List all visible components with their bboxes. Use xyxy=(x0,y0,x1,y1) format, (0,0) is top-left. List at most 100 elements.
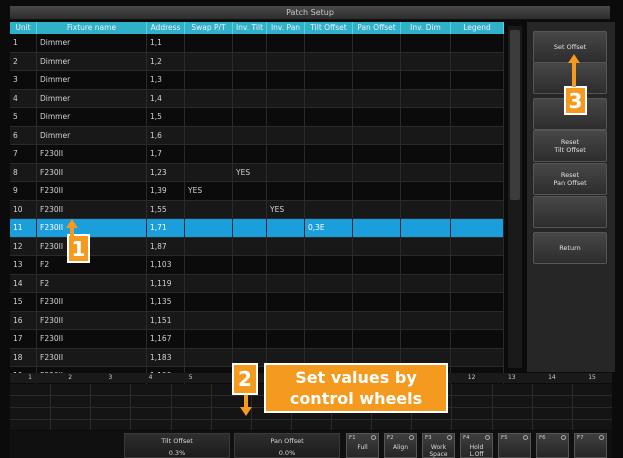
table-cell[interactable] xyxy=(267,108,305,126)
table-cell[interactable] xyxy=(451,89,504,107)
function-key-f4[interactable]: F4 Hold L.Off xyxy=(460,433,493,458)
table-cell[interactable] xyxy=(185,126,233,144)
table-cell[interactable]: 1,167 xyxy=(147,330,185,348)
table-cell[interactable] xyxy=(451,219,504,237)
table-row[interactable]: 8 F230II 1,23 YES xyxy=(10,163,504,182)
table-cell[interactable] xyxy=(401,126,451,144)
table-cell[interactable]: YES xyxy=(233,163,267,181)
table-cell[interactable] xyxy=(401,182,451,200)
table-cell[interactable] xyxy=(305,237,353,255)
blank-button-6[interactable] xyxy=(533,196,607,228)
table-cell[interactable] xyxy=(267,293,305,311)
table-cell[interactable]: 15 xyxy=(10,293,37,311)
table-cell[interactable] xyxy=(305,182,353,200)
table-cell[interactable] xyxy=(233,311,267,329)
table-cell[interactable] xyxy=(451,52,504,70)
table-cell[interactable] xyxy=(185,34,233,52)
table-cell[interactable] xyxy=(401,293,451,311)
table-cell[interactable] xyxy=(353,145,401,163)
table-cell[interactable]: 1,3 xyxy=(147,71,185,89)
table-row[interactable]: 9 F230II 1,39 YES xyxy=(10,182,504,201)
table-cell[interactable]: 5 xyxy=(10,108,37,126)
table-cell[interactable] xyxy=(233,182,267,200)
table-cell[interactable] xyxy=(267,256,305,274)
table-cell[interactable]: F230II xyxy=(37,237,147,255)
table-cell[interactable] xyxy=(267,311,305,329)
table-cell[interactable] xyxy=(353,256,401,274)
table-cell[interactable] xyxy=(401,89,451,107)
table-cell[interactable] xyxy=(233,293,267,311)
table-cell[interactable] xyxy=(353,237,401,255)
table-cell[interactable]: F230II xyxy=(37,200,147,218)
reset-tilt-offset-button[interactable]: Reset Tilt Offset xyxy=(533,130,607,162)
table-cell[interactable]: Dimmer xyxy=(37,34,147,52)
function-key-f1[interactable]: F1 Full xyxy=(346,433,379,458)
table-row[interactable]: 2 Dimmer 1,2 xyxy=(10,52,504,71)
table-cell[interactable]: 1,183 xyxy=(147,348,185,366)
table-cell[interactable] xyxy=(233,330,267,348)
table-cell[interactable] xyxy=(305,89,353,107)
table-cell[interactable] xyxy=(451,182,504,200)
table-cell[interactable] xyxy=(185,274,233,292)
column-header[interactable]: Fixture name xyxy=(37,22,147,34)
table-cell[interactable]: 1,4 xyxy=(147,89,185,107)
table-cell[interactable]: 8 xyxy=(10,163,37,181)
pan-offset-wheel[interactable]: Pan Offset 0.0% xyxy=(234,433,340,458)
table-cell[interactable] xyxy=(185,145,233,163)
table-cell[interactable]: 18 xyxy=(10,348,37,366)
table-cell[interactable] xyxy=(451,274,504,292)
table-cell[interactable] xyxy=(185,311,233,329)
table-cell[interactable]: 1,151 xyxy=(147,311,185,329)
column-header[interactable]: Inv. Tilt xyxy=(233,22,267,34)
table-cell[interactable]: 0,3E xyxy=(305,219,353,237)
table-cell[interactable]: 1,39 xyxy=(147,182,185,200)
table-cell[interactable] xyxy=(353,293,401,311)
table-cell[interactable] xyxy=(353,182,401,200)
table-cell[interactable] xyxy=(185,293,233,311)
table-row[interactable]: 5 Dimmer 1,5 xyxy=(10,108,504,127)
table-cell[interactable] xyxy=(267,89,305,107)
table-cell[interactable] xyxy=(353,330,401,348)
table-cell[interactable] xyxy=(267,274,305,292)
table-cell[interactable]: 1,1 xyxy=(147,34,185,52)
table-cell[interactable]: 1,119 xyxy=(147,274,185,292)
table-cell[interactable]: 1,6 xyxy=(147,126,185,144)
table-cell[interactable] xyxy=(353,71,401,89)
column-header[interactable]: Legend xyxy=(451,22,504,34)
tilt-offset-wheel[interactable]: Tilt Offset 0.3% xyxy=(124,433,230,458)
table-cell[interactable] xyxy=(267,145,305,163)
table-cell[interactable]: 10 xyxy=(10,200,37,218)
table-cell[interactable]: F230II xyxy=(37,145,147,163)
table-cell[interactable] xyxy=(185,163,233,181)
table-cell[interactable]: 11 xyxy=(10,219,37,237)
table-cell[interactable] xyxy=(267,34,305,52)
table-cell[interactable] xyxy=(185,348,233,366)
table-cell[interactable] xyxy=(185,89,233,107)
table-cell[interactable] xyxy=(451,348,504,366)
table-row[interactable]: 15 F230II 1,135 xyxy=(10,293,504,312)
table-cell[interactable] xyxy=(451,163,504,181)
table-cell[interactable] xyxy=(305,330,353,348)
table-cell[interactable]: Dimmer xyxy=(37,52,147,70)
table-cell[interactable]: 1 xyxy=(10,34,37,52)
return-button[interactable]: Return xyxy=(533,232,607,264)
table-cell[interactable] xyxy=(305,34,353,52)
table-cell[interactable] xyxy=(401,52,451,70)
table-cell[interactable] xyxy=(353,163,401,181)
table-cell[interactable]: 6 xyxy=(10,126,37,144)
table-row[interactable]: 16 F230II 1,151 xyxy=(10,311,504,330)
table-row[interactable]: 4 Dimmer 1,4 xyxy=(10,89,504,108)
table-cell[interactable]: 1,135 xyxy=(147,293,185,311)
table-cell[interactable] xyxy=(401,237,451,255)
table-cell[interactable] xyxy=(401,256,451,274)
table-cell[interactable] xyxy=(233,219,267,237)
table-row[interactable]: 17 F230II 1,167 xyxy=(10,330,504,349)
table-cell[interactable] xyxy=(305,163,353,181)
table-cell[interactable] xyxy=(185,52,233,70)
table-cell[interactable] xyxy=(353,200,401,218)
table-cell[interactable] xyxy=(451,330,504,348)
table-row[interactable]: 3 Dimmer 1,3 xyxy=(10,71,504,90)
function-key-f7[interactable]: F7 xyxy=(574,433,607,458)
table-cell[interactable] xyxy=(305,274,353,292)
column-header[interactable]: Inv. Dim xyxy=(401,22,451,34)
